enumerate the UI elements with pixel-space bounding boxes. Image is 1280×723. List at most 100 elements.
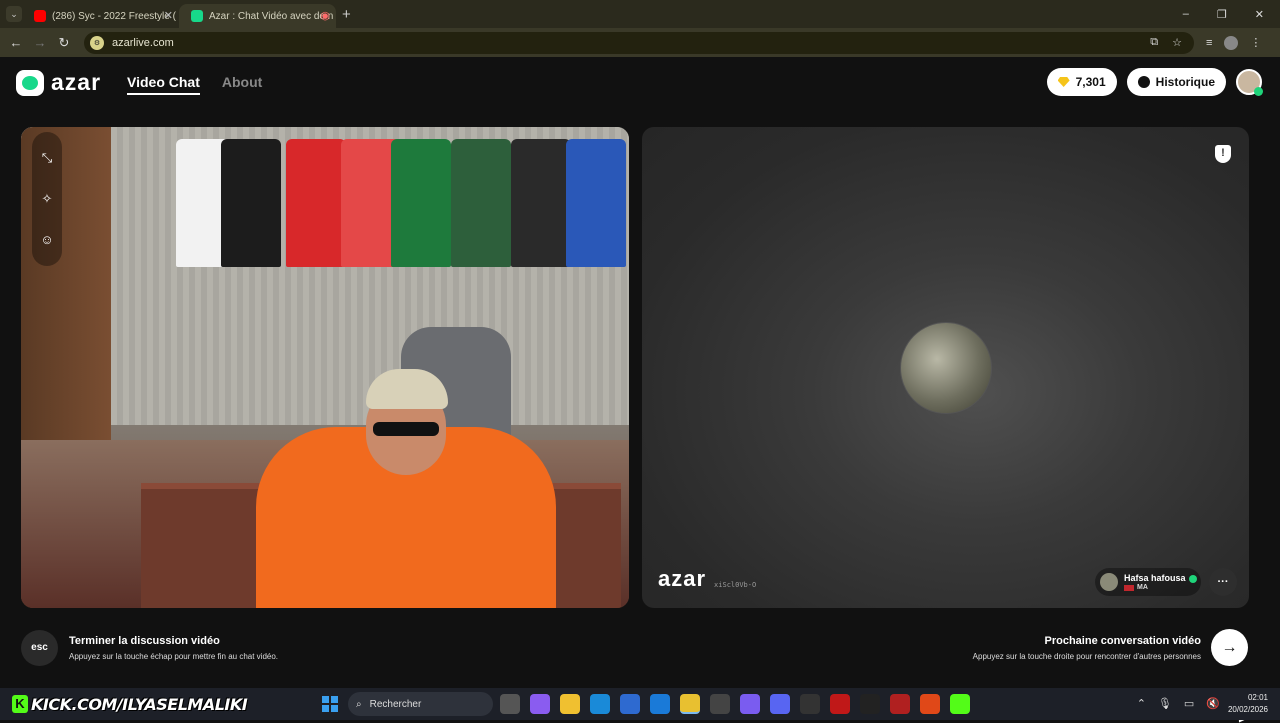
taskbar-search[interactable]: ⌕ Rechercher [348,692,493,716]
jersey [391,139,451,267]
address-bar: ← → ↻ ⚙ azarlive.com ⧉ ☆ ≡ ⋮ [0,28,1280,57]
game-controller-icon[interactable] [740,694,760,714]
nav-video-chat[interactable]: Video Chat [127,74,200,95]
peer-avatar [900,322,992,414]
tab-title: (286) Syc - 2022 Freestyle ( Pro [52,10,179,22]
clock-time: 02:01 [1247,693,1268,702]
menu-icon[interactable]: ⋮ [1250,36,1261,49]
azar-page: azar Video Chat About 7,301 Historique ⤡… [0,57,1280,723]
volume-muted-icon[interactable]: 🔇 [1206,697,1220,710]
online-status-icon [1254,87,1263,96]
clock-date: 20/02/2026 [1227,705,1268,714]
store-icon[interactable] [620,694,640,714]
bookmark-star-icon[interactable]: ☆ [1172,36,1182,49]
gem-icon [1057,77,1070,87]
history-button[interactable]: Historique [1126,68,1226,96]
peer-thumbnail [1100,573,1118,591]
peer-country: MA [1137,584,1148,591]
reload-icon[interactable]: ↻ [52,35,76,51]
file-explorer-icon[interactable] [560,694,580,714]
jersey [566,139,626,267]
task-view-icon[interactable] [500,694,520,714]
tab-azar[interactable]: Azar : Chat Vidéo avec de n ◉ [179,4,336,28]
site-info-icon[interactable]: ⚙ [90,35,104,50]
back-icon[interactable]: ← [4,35,28,50]
taskbar-apps [500,694,970,714]
gems-count: 7,301 [1075,75,1106,89]
system-tray: ⌃ 🎙 ▭ 🔇 [1137,697,1220,710]
next-chat-button[interactable]: → [1211,629,1248,666]
azar-watermark: azar xiScl0Vb-O [658,566,756,592]
report-shield-icon[interactable]: ! [1215,145,1231,163]
tab-youtube[interactable]: (286) Syc - 2022 Freestyle ( Pro ✕ [22,4,179,28]
close-window-button[interactable]: ✕ [1255,8,1264,21]
watermark-logo: azar [658,566,707,591]
copilot-icon[interactable] [530,694,550,714]
edge-icon[interactable] [590,694,610,714]
maximize-button[interactable]: ❐ [1217,8,1227,21]
jersey [221,139,281,267]
outlook-icon[interactable] [650,694,670,714]
clock-icon [1137,76,1150,88]
tab-title: Azar : Chat Vidéo avec de n [209,10,334,22]
profile-avatar[interactable] [1224,35,1239,50]
search-icon: ⌕ [356,698,362,710]
jersey [451,139,511,267]
discord-icon[interactable] [770,694,790,714]
user-avatar[interactable] [1236,69,1263,96]
browser-tabbar: ⌄ (286) Syc - 2022 Freestyle ( Pro ✕ Aza… [0,0,1280,28]
window-controls: – ❐ ✕ [1183,8,1280,21]
azar-logo[interactable]: azar [16,69,101,96]
url-field[interactable]: ⚙ azarlive.com ⧉ ☆ [84,31,1194,54]
effects-wand-icon[interactable]: ✧ [36,188,58,210]
kick-logo-icon: K [12,695,28,713]
new-tab-button[interactable]: + [342,6,351,23]
steam-icon[interactable] [800,694,820,714]
minimize-button[interactable]: – [1183,8,1189,21]
next-chat-description: Appuyez sur la touche droite pour rencon… [972,652,1201,661]
install-app-icon[interactable]: ⧉ [1150,36,1158,49]
microphone-icon[interactable]: 🎙 [1158,697,1172,710]
forward-icon[interactable]: → [28,35,52,50]
person-sunglasses [373,422,439,436]
main-nav: Video Chat About [127,74,262,95]
obs-icon[interactable] [860,694,880,714]
chat-button[interactable] [1209,568,1237,596]
esc-key-button[interactable]: esc [21,630,58,666]
peer-profile-chip[interactable]: Hafsa hafousa MA [1095,568,1201,596]
jersey [286,139,346,267]
jersey [511,139,571,267]
header-actions: 7,301 Historique [1046,68,1263,96]
remote-video: ! azar xiScl0Vb-O Hafsa hafousa MA [642,127,1249,608]
azar-logo-icon [16,69,44,96]
history-label: Historique [1155,75,1215,89]
voice-app-icon[interactable] [890,694,910,714]
recording-icon: ◉ [320,10,330,22]
youtube-icon [34,10,46,22]
face-filter-icon[interactable]: ☺ [36,229,58,251]
peer-name: Hafsa hafousa [1124,573,1186,583]
minimize-video-icon[interactable]: ⤡ [36,147,58,169]
kick-overlay-text: KICK.COM/ILYASELMALIKI [31,694,248,714]
morocco-flag-icon [1124,584,1134,591]
capture-icon[interactable] [710,694,730,714]
chevron-up-icon[interactable]: ⌃ [1137,697,1146,710]
media-controls-icon[interactable]: ≡ [1206,37,1212,49]
display-icon[interactable]: ▭ [1184,697,1194,710]
adobe-icon[interactable] [830,694,850,714]
ea-icon[interactable] [920,694,940,714]
close-tab-icon[interactable]: ✕ [164,9,173,22]
taskbar-clock[interactable]: 02:01 20/02/2026 [1228,692,1268,716]
kick-app-icon[interactable] [950,694,970,714]
tab-search-icon[interactable]: ⌄ [6,6,22,22]
verified-icon [1188,574,1197,583]
nav-about[interactable]: About [222,74,262,95]
windows-start-icon[interactable] [322,696,338,712]
local-video [21,127,629,608]
gems-button[interactable]: 7,301 [1046,68,1117,96]
windows-taskbar: K KICK.COM/ILYASELMALIKI ⌕ Rechercher ⌃ … [0,688,1280,720]
chrome-icon[interactable] [680,694,700,714]
azar-favicon-icon [191,10,203,22]
url-text: azarlive.com [112,36,174,49]
logo-text: azar [51,69,102,95]
